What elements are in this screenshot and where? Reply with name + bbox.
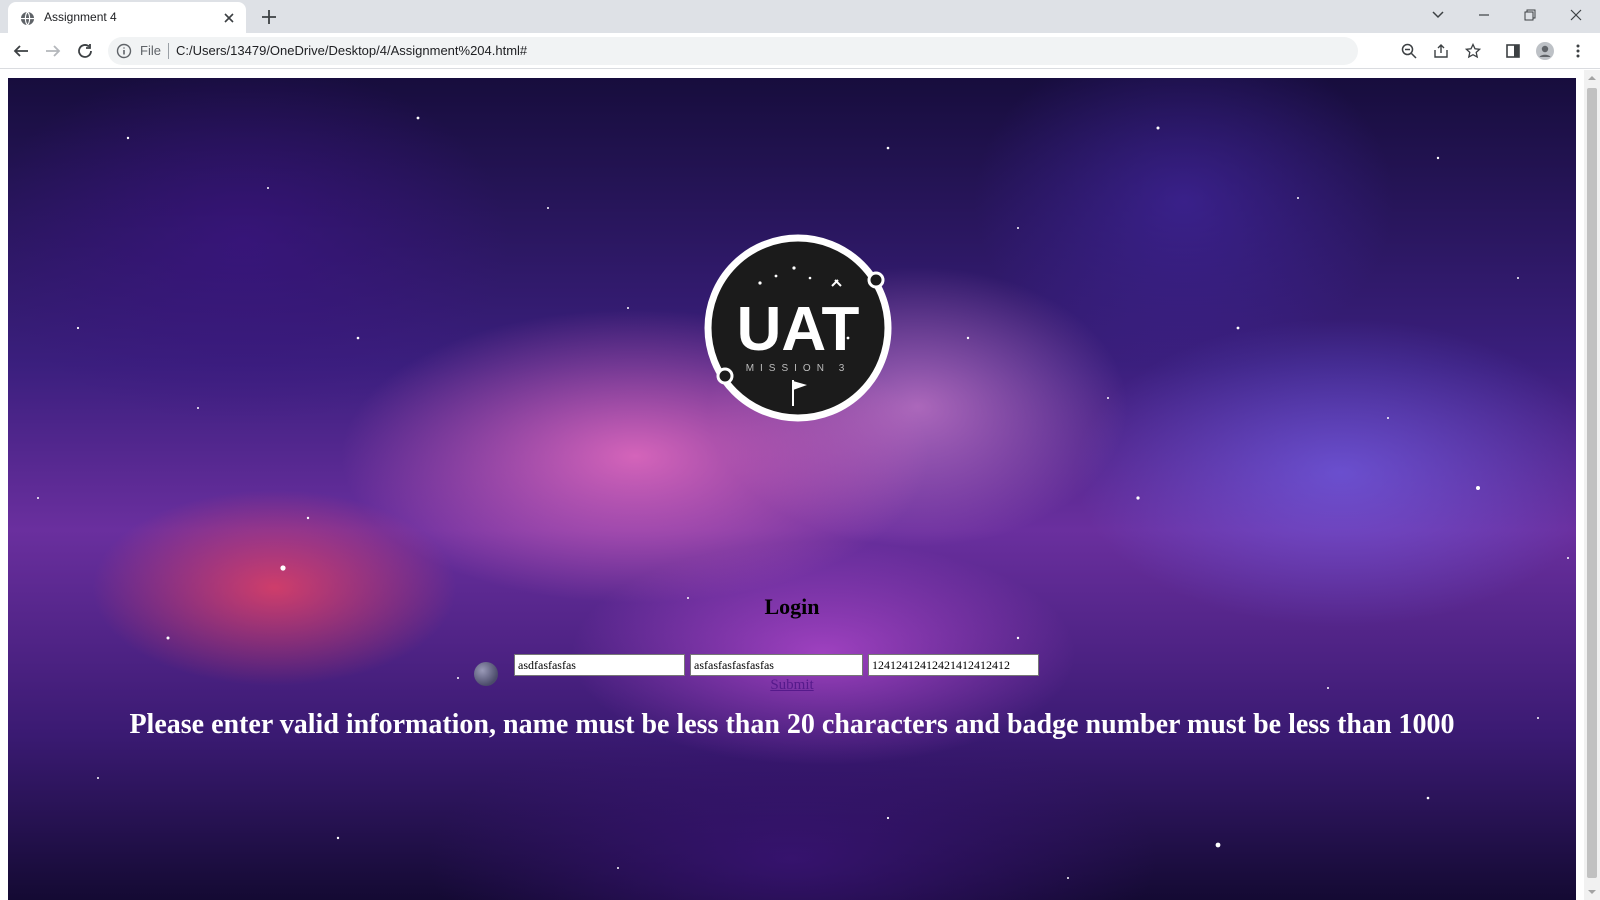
scroll-down-arrow-icon[interactable] [1588,888,1596,896]
minimize-button[interactable] [1461,0,1507,30]
validation-error-message: Please enter valid information, name mus… [129,709,1455,740]
submit-link[interactable]: Submit [770,677,813,693]
minimize-icon [1479,14,1489,16]
scroll-up-arrow-icon[interactable] [1588,74,1596,82]
profile-button[interactable] [1533,39,1557,63]
globe-icon [20,11,35,26]
star-icon [1465,43,1481,59]
badge-number-field[interactable] [868,654,1039,676]
scrollbar-thumb[interactable] [1587,88,1597,878]
logo-main-text: UAT [737,295,860,364]
zoom-button[interactable] [1397,39,1421,63]
info-icon[interactable] [116,43,132,59]
omnibox-divider [168,43,169,59]
side-panel-button[interactable] [1501,39,1525,63]
restore-icon [1524,9,1536,21]
space-background: UAT MISSION 3 Login Submit Please enter … [8,78,1576,900]
zoom-out-icon [1401,43,1417,59]
starfield [37,116,1569,879]
submit-row: Submit [8,674,1576,694]
close-icon [1570,9,1582,21]
browser-menu-button[interactable] [1566,39,1590,63]
bookmark-button[interactable] [1461,39,1485,63]
tab-title: Assignment 4 [44,10,117,24]
kebab-menu-icon [1576,44,1580,58]
share-button[interactable] [1429,39,1453,63]
arrow-left-icon [13,45,28,57]
page-scrollbar[interactable] [1584,70,1600,900]
profile-icon [1536,42,1554,60]
scheme-label: File [140,43,161,58]
name-field[interactable] [514,654,685,676]
address-bar[interactable]: File C:/Users/13479/OneDrive/Desktop/4/A… [108,37,1358,65]
browser-tab[interactable]: Assignment 4 [8,2,246,33]
second-field[interactable] [690,654,863,676]
close-window-button[interactable] [1553,0,1599,30]
tab-strip: Assignment 4 [0,0,1600,33]
close-icon[interactable] [220,9,238,27]
logo-sub-text: MISSION 3 [746,363,851,374]
uat-mission-logo: UAT MISSION 3 [704,234,892,422]
side-panel-icon [1506,44,1520,58]
reload-icon [78,44,92,58]
forward-button[interactable] [41,39,65,63]
back-button[interactable] [9,39,33,63]
restore-button[interactable] [1507,0,1553,30]
plus-icon[interactable] [259,7,279,27]
login-heading: Login [764,594,820,619]
arrow-right-icon [46,45,61,57]
chevron-down-icon [1432,11,1444,19]
page-viewport: UAT MISSION 3 Login Submit Please enter … [0,70,1584,900]
browser-toolbar: File C:/Users/13479/OneDrive/Desktop/4/A… [0,33,1600,69]
share-icon [1434,44,1448,58]
reload-button[interactable] [73,39,97,63]
url-text[interactable]: C:/Users/13479/OneDrive/Desktop/4/Assign… [176,43,527,58]
tab-search-button[interactable] [1415,0,1461,30]
